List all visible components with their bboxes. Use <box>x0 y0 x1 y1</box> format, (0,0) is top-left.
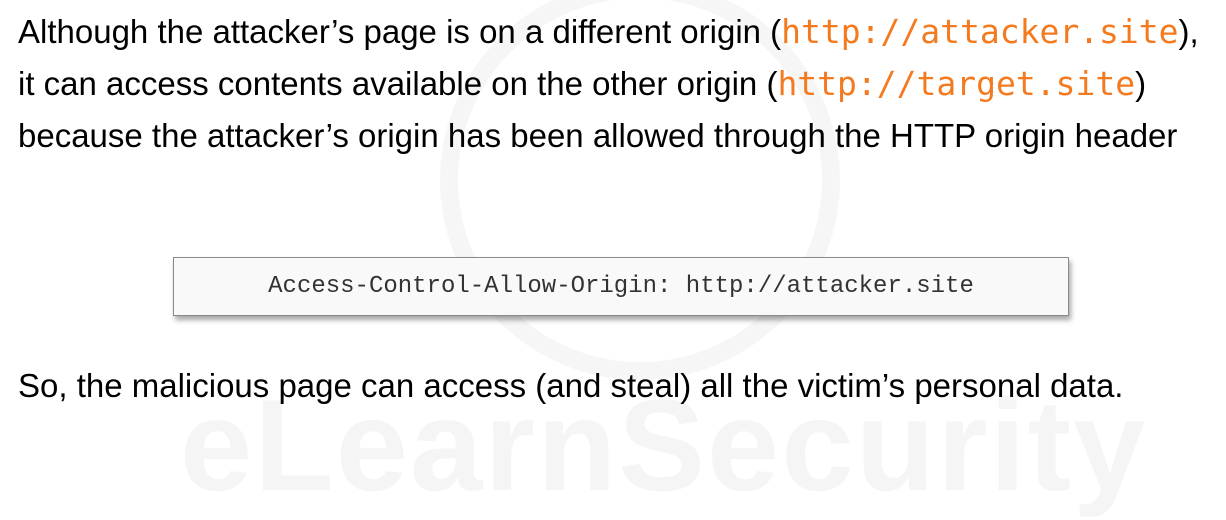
header-code-box: Access-Control-Allow-Origin: http://atta… <box>173 257 1069 316</box>
attacker-origin-code: http://attacker.site <box>781 12 1179 51</box>
paragraph-origin-explanation: Although the attacker’s page is on a dif… <box>18 6 1218 162</box>
paragraph-conclusion: So, the malicious page can access (and s… <box>18 367 1124 404</box>
text: Although the attacker’s page is on a dif… <box>18 13 782 50</box>
target-origin-code: http://target.site <box>777 64 1136 103</box>
